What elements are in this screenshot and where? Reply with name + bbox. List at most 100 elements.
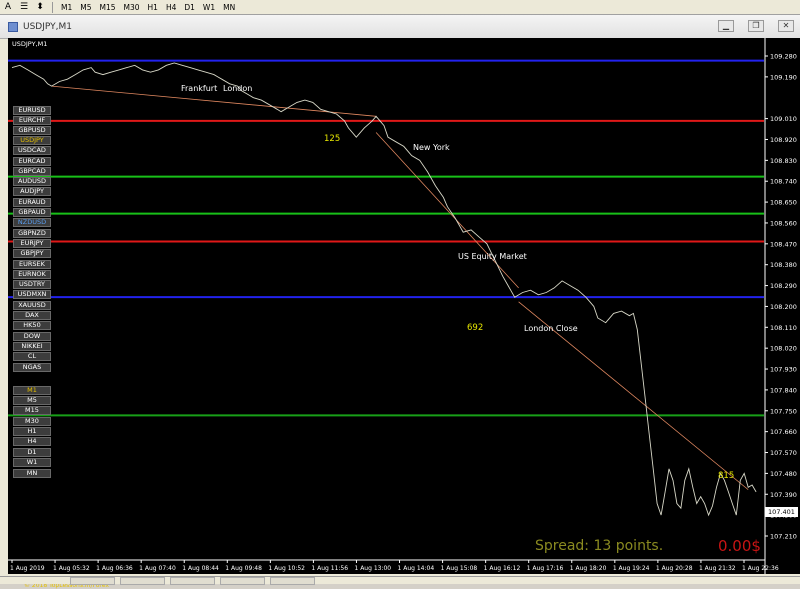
timeframe-button-h1[interactable]: H1 bbox=[13, 427, 51, 436]
symbol-button-euraud[interactable]: EURAUD bbox=[13, 198, 51, 207]
x-tick-label: 1 Aug 06:36 bbox=[96, 565, 133, 572]
symbol-button-gbpaud[interactable]: GBPAUD bbox=[13, 208, 51, 217]
symbol-button-eurnok[interactable]: EURNOK bbox=[13, 270, 51, 279]
symbol-button-hk50[interactable]: HK50 bbox=[13, 321, 51, 330]
move-label: 692 bbox=[467, 323, 484, 333]
y-tick-label: 108.650 bbox=[770, 199, 797, 207]
symbol-button-gbpusd[interactable]: GBPUSD bbox=[13, 126, 51, 135]
move-label: 815 bbox=[718, 471, 735, 481]
symbol-button-usdmxn[interactable]: USDMXN bbox=[13, 290, 51, 299]
move-label: 125 bbox=[324, 134, 341, 144]
minimize-button[interactable]: ▁ bbox=[718, 20, 734, 32]
symbol-button-audjpy[interactable]: AUDJPY bbox=[13, 187, 51, 196]
symbol-button-eurchf[interactable]: EURCHF bbox=[13, 116, 51, 125]
toolbar-timeframe-h4[interactable]: H4 bbox=[162, 3, 180, 12]
session-new-york: New York bbox=[413, 143, 450, 152]
y-tick-label: 108.200 bbox=[770, 303, 797, 311]
symbol-button-gbpcad[interactable]: GBPCAD bbox=[13, 167, 51, 176]
toolbar-timeframe-m15[interactable]: M15 bbox=[96, 3, 120, 12]
timeframe-button-m15[interactable]: M15 bbox=[13, 406, 51, 415]
timeframe-button-w1[interactable]: W1 bbox=[13, 458, 51, 467]
y-tick-label: 109.280 bbox=[770, 53, 797, 61]
price-line bbox=[11, 62, 757, 517]
x-tick-label: 1 Aug 16:12 bbox=[484, 565, 521, 572]
price-chart[interactable]: 109.280 109.190 109.010 108.920 108.830 108.7… bbox=[8, 38, 800, 589]
toolbar-timeframe-mn[interactable]: MN bbox=[219, 3, 239, 12]
symbol-button-eurusd[interactable]: EURUSD bbox=[13, 106, 51, 115]
symbol-button-nikkei[interactable]: NIKKEI bbox=[13, 342, 51, 351]
y-tick-label: 107.930 bbox=[770, 366, 797, 374]
symbol-button-eursek[interactable]: EURSEK bbox=[13, 260, 51, 269]
y-tick-label: 108.830 bbox=[770, 157, 797, 165]
y-tick-label: 107.390 bbox=[770, 491, 797, 499]
y-tick-label: 107.480 bbox=[770, 470, 797, 478]
timeframe-button-m1[interactable]: M1 bbox=[13, 386, 51, 395]
symbol-button-dow[interactable]: DOW bbox=[13, 332, 51, 341]
timeframe-button-h4[interactable]: H4 bbox=[13, 437, 51, 446]
symbol-button-ngas[interactable]: NGAS bbox=[13, 363, 51, 372]
y-tick-label: 107.210 bbox=[770, 533, 797, 541]
x-tick-label: 1 Aug 22:36 bbox=[742, 565, 779, 572]
pnl-indicator: 0.00$ bbox=[718, 537, 761, 555]
y-tick-label: 108.470 bbox=[770, 240, 797, 248]
x-tick-label: 1 Aug 14:04 bbox=[398, 565, 435, 572]
y-tick-label: 107.660 bbox=[770, 428, 797, 436]
x-tick-label: 1 Aug 13:00 bbox=[354, 565, 391, 572]
current-price-tag: 107.401 bbox=[765, 507, 798, 517]
chart-canvas[interactable]: 109.280 109.190 109.010 108.920 108.830 108.7… bbox=[8, 38, 800, 574]
toolbar-timeframe-m1[interactable]: M1 bbox=[57, 3, 76, 12]
symbol-button-gbpnzd[interactable]: GBPNZD bbox=[13, 229, 51, 238]
x-tick-label: 1 Aug 11:56 bbox=[311, 565, 348, 572]
window-titlebar[interactable]: USDJPY,M1 ▁ ❐ ✕ bbox=[0, 15, 800, 39]
symbol-button-cl[interactable]: CL bbox=[13, 352, 51, 361]
y-tick-label: 107.750 bbox=[770, 407, 797, 415]
session-frankfurt: Frankfurt bbox=[181, 84, 218, 93]
symbol-button-usdjpy[interactable]: USDJPY bbox=[13, 136, 51, 145]
session-london-close: London Close bbox=[524, 324, 578, 333]
y-tick-label: 107.570 bbox=[770, 449, 797, 457]
toolbar-separator bbox=[52, 1, 53, 13]
symbol-button-dax[interactable]: DAX bbox=[13, 311, 51, 320]
status-bar bbox=[0, 576, 800, 585]
x-tick-label: 1 Aug 07:40 bbox=[139, 565, 176, 572]
timeframe-button-m5[interactable]: M5 bbox=[13, 396, 51, 405]
symbol-button-gbpjpy[interactable]: GBPJPY bbox=[13, 249, 51, 258]
symbol-button-nzdusd[interactable]: NZDUSD bbox=[13, 218, 51, 227]
y-tick-label: 107.840 bbox=[770, 386, 797, 394]
restore-button[interactable]: ❐ bbox=[748, 20, 764, 32]
symbol-button-eurcad[interactable]: EURCAD bbox=[13, 157, 51, 166]
spread-indicator: Spread: 13 points. bbox=[535, 538, 664, 554]
toolbar-timeframe-m5[interactable]: M5 bbox=[76, 3, 95, 12]
symbol-button-eurjpy[interactable]: EURJPY bbox=[13, 239, 51, 248]
arrange-icon[interactable]: ⬍ bbox=[32, 2, 48, 12]
x-tick-label: 1 Aug 10:52 bbox=[268, 565, 305, 572]
timeframe-button-m30[interactable]: M30 bbox=[13, 417, 51, 426]
symbol-button-usdtry[interactable]: USDTRY bbox=[13, 280, 51, 289]
timeframe-button-mn[interactable]: MN bbox=[13, 469, 51, 478]
symbol-button-audusd[interactable]: AUDUSD bbox=[13, 177, 51, 186]
symbol-label: USDJPY,M1 bbox=[12, 40, 48, 48]
toolbar-timeframe-m30[interactable]: M30 bbox=[120, 3, 144, 12]
symbol-button-usdcad[interactable]: USDCAD bbox=[13, 146, 51, 155]
x-tick-label: 1 Aug 09:48 bbox=[225, 565, 262, 572]
y-tick-label: 108.290 bbox=[770, 282, 797, 290]
chart-window-icon bbox=[8, 21, 18, 32]
toolbar-timeframe-d1[interactable]: D1 bbox=[180, 3, 199, 12]
list-icon[interactable]: ☰ bbox=[16, 2, 32, 12]
toolbar-timeframe-h1[interactable]: H1 bbox=[144, 3, 162, 12]
x-tick-label: 1 Aug 18:20 bbox=[570, 565, 607, 572]
y-tick-label: 109.010 bbox=[770, 115, 797, 123]
y-tick-label: 108.380 bbox=[770, 261, 797, 269]
y-tick-label: 108.020 bbox=[770, 345, 797, 353]
close-button[interactable]: ✕ bbox=[778, 20, 794, 32]
window-title: USDJPY,M1 bbox=[23, 21, 72, 32]
main-toolbar: A ☰ ⬍ M1 M5 M15 M30 H1 H4 D1 W1 MN bbox=[0, 0, 800, 15]
timeframe-button-d1[interactable]: D1 bbox=[13, 448, 51, 457]
cursor-icon[interactable]: A bbox=[0, 2, 16, 12]
x-tick-label: 1 Aug 2019 bbox=[10, 565, 45, 572]
toolbar-timeframe-w1[interactable]: W1 bbox=[199, 3, 219, 12]
y-tick-label: 108.920 bbox=[770, 136, 797, 144]
x-tick-label: 1 Aug 17:16 bbox=[527, 565, 564, 572]
symbol-button-xauusd[interactable]: XAUUSD bbox=[13, 301, 51, 310]
x-tick-label: 1 Aug 19:24 bbox=[613, 565, 650, 572]
